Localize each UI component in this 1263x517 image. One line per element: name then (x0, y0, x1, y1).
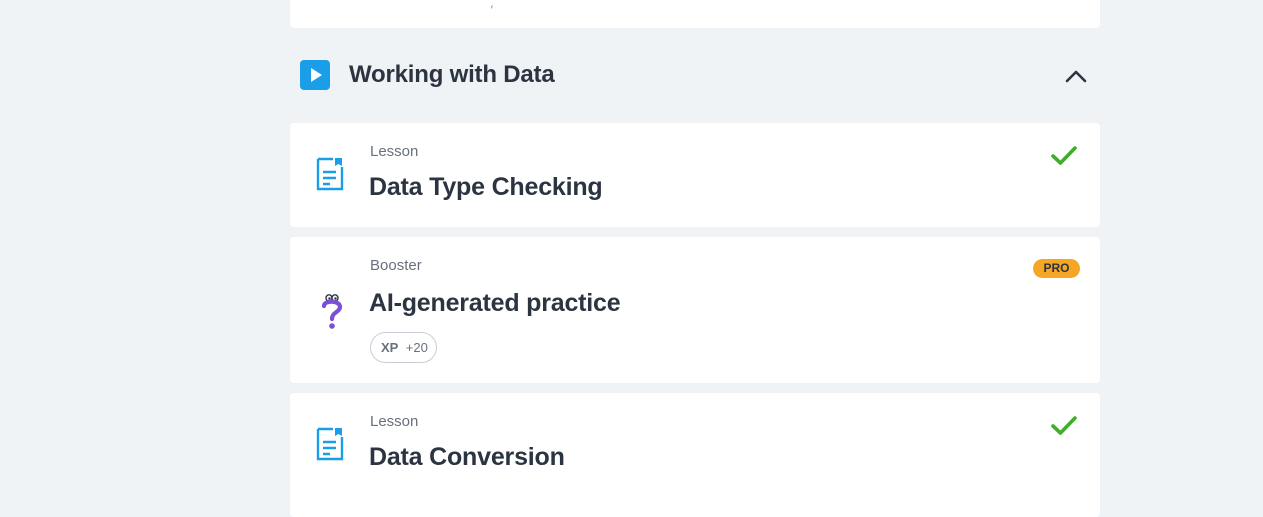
xp-reward-pill: XP +20 (370, 332, 437, 363)
item-type-label: Lesson (370, 143, 419, 160)
document-icon (316, 427, 344, 461)
pro-badge: PRO (1033, 259, 1080, 278)
booster-card-ai-generated-practice[interactable]: Booster AI-generated practice PRO XP +20 (290, 237, 1100, 383)
check-icon (1051, 146, 1077, 165)
lesson-card-data-conversion[interactable]: Lesson Data Conversion (290, 393, 1100, 517)
check-icon (1051, 416, 1077, 435)
chevron-up-icon (1065, 70, 1087, 83)
item-title: Data Conversion (369, 443, 565, 471)
item-type-label: Booster (370, 257, 422, 274)
play-icon (300, 60, 330, 90)
section-header[interactable]: Working with Data (290, 56, 1100, 96)
question-mark-icon (321, 294, 343, 329)
item-type-label: Lesson (370, 413, 419, 430)
xp-value: +20 (405, 340, 428, 355)
previous-card-snippet: , (490, 0, 494, 10)
lesson-card-data-type-checking[interactable]: Lesson Data Type Checking (290, 123, 1100, 227)
previous-lesson-card[interactable]: , (290, 0, 1100, 28)
document-icon (316, 157, 344, 191)
course-path-column: , Working with Data Lesson Data Type Che… (290, 0, 1100, 517)
xp-label: XP (381, 340, 399, 355)
item-title: Data Type Checking (369, 173, 603, 201)
collapse-section-button[interactable] (1062, 62, 1090, 90)
section-title: Working with Data (349, 61, 555, 88)
item-title: AI-generated practice (369, 289, 621, 317)
